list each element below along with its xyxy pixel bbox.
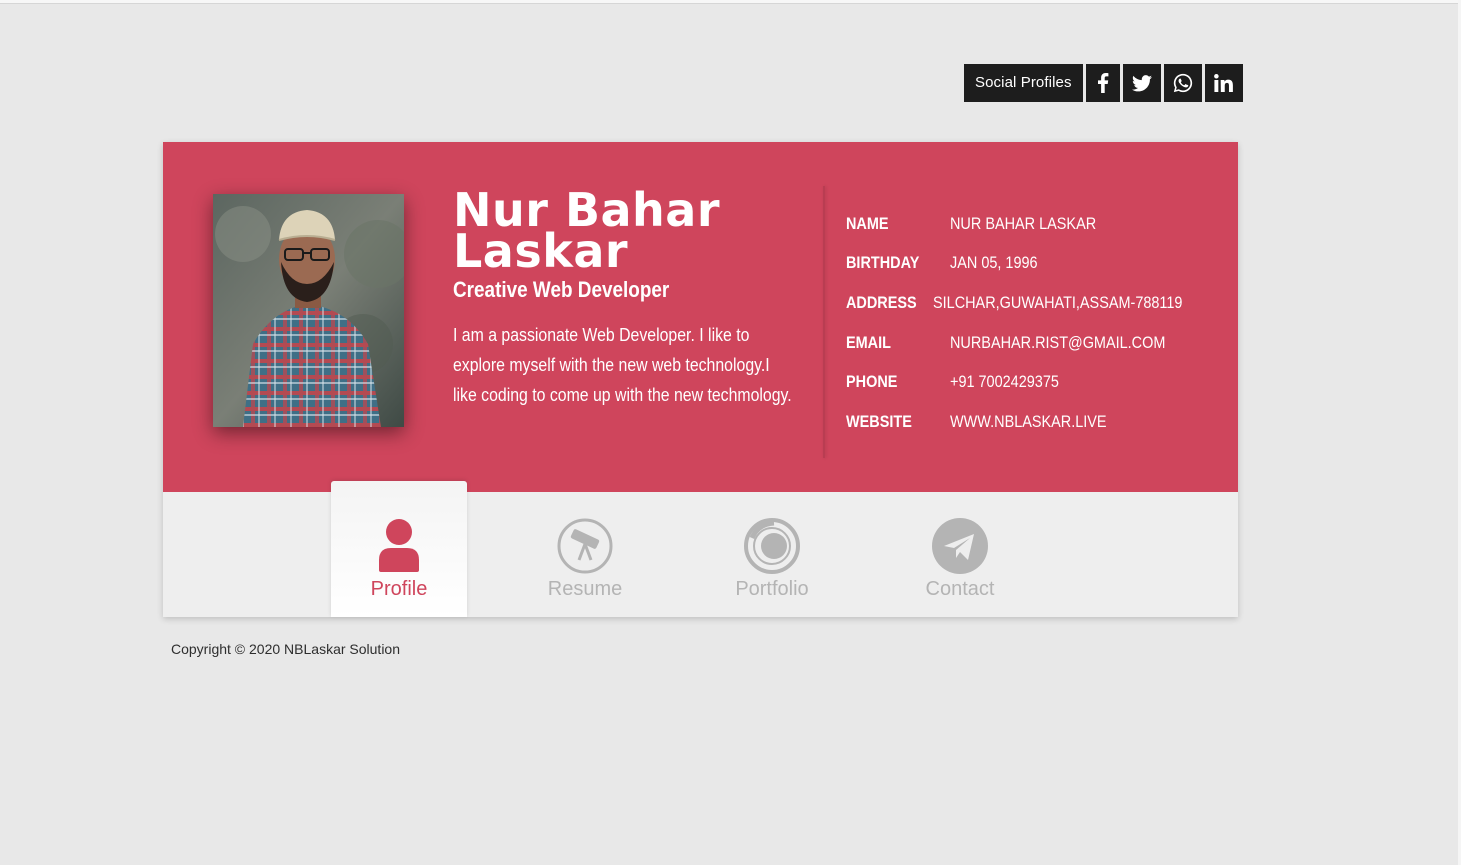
info-key: BIRTHDAY (846, 253, 920, 273)
top-border (0, 0, 1461, 4)
info-value: NURBAHAR.RIST@GMAIL.COM (950, 332, 1166, 352)
profile-name: Nur Bahar Laskar (453, 187, 793, 278)
twitter-icon (1131, 74, 1152, 91)
info-key: EMAIL (846, 332, 891, 352)
info-value: NUR BAHAR LASKAR (950, 213, 1097, 233)
tab-profile-label: Profile (370, 578, 428, 600)
tab-profile[interactable]: Profile (331, 481, 467, 617)
info-row-address: ADDRESS SILCHAR,GUWAHATI,ASSAM-788119 (846, 283, 1226, 323)
info-key: NAME (846, 213, 889, 233)
user-icon (379, 519, 419, 572)
info-value: SILCHAR,GUWAHATI,ASSAM-788119 (932, 292, 1182, 312)
profile-name-line-2: Laskar (453, 224, 629, 278)
info-key: WEBSITE (846, 411, 912, 431)
twitter-button[interactable] (1122, 64, 1161, 102)
tab-portfolio[interactable]: Portfolio (704, 481, 840, 617)
linkedin-icon (1214, 74, 1233, 92)
tab-portfolio-label: Portfolio (735, 578, 809, 600)
info-key: ADDRESS (846, 292, 917, 312)
info-list: NAME NUR BAHAR LASKAR BIRTHDAY JAN 05, 1… (846, 204, 1226, 442)
paper-plane-icon (932, 518, 988, 574)
copyright-text: Copyright © 2020 NBLaskar Solution (171, 641, 400, 657)
social-profiles-bar: Social Profiles (964, 64, 1243, 102)
facebook-icon (1097, 73, 1108, 93)
whatsapp-icon (1173, 73, 1192, 93)
info-row-website: WEBSITE WWW.NBLASKAR.LIVE (846, 402, 1226, 442)
tab-contact[interactable]: Contact (892, 481, 1028, 617)
facebook-button[interactable] (1085, 64, 1120, 102)
profile-bio: I am a passionate Web Developer. I like … (453, 325, 792, 405)
profile-photo (213, 194, 404, 427)
info-value: WWW.NBLASKAR.LIVE (950, 411, 1107, 431)
tab-bar: Profile Resume Portfolio Contact (163, 481, 1238, 617)
info-value: +91 7002429375 (950, 372, 1059, 392)
info-row-email: EMAIL NURBAHAR.RIST@GMAIL.COM (846, 323, 1226, 363)
info-row-name: NAME NUR BAHAR LASKAR (846, 204, 1226, 244)
info-row-birthday: BIRTHDAY JAN 05, 1996 (846, 244, 1226, 284)
profile-card: Nur Bahar Laskar Creative Web Developer … (163, 142, 1238, 617)
profile-title: Creative Web Developer (453, 277, 670, 302)
info-row-phone: PHONE +91 7002429375 (846, 362, 1226, 402)
vertical-divider (823, 186, 825, 458)
profile-header: Nur Bahar Laskar Creative Web Developer … (163, 142, 1238, 492)
tab-resume-label: Resume (547, 578, 623, 600)
tab-contact-label: Contact (925, 578, 995, 600)
linkedin-button[interactable] (1204, 64, 1243, 102)
whatsapp-button[interactable] (1163, 64, 1202, 102)
info-key: PHONE (846, 372, 898, 392)
tab-resume[interactable]: Resume (517, 481, 653, 617)
social-profiles-label: Social Profiles (964, 64, 1083, 102)
camera-lens-icon (744, 518, 800, 574)
telescope-icon (557, 518, 613, 574)
info-value: JAN 05, 1996 (950, 253, 1038, 273)
